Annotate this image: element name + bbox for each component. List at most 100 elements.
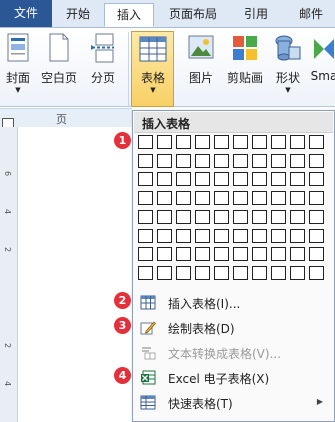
table-grid-cell[interactable] [157, 228, 172, 243]
table-grid-cell[interactable] [195, 172, 210, 187]
table-grid-cell[interactable] [233, 191, 248, 206]
table-grid-cell[interactable] [233, 209, 248, 224]
table-grid-cell[interactable] [252, 172, 267, 187]
page-break-button[interactable]: 分页 [86, 33, 120, 86]
table-grid-cell[interactable] [176, 153, 191, 168]
table-grid-cell[interactable] [309, 209, 324, 224]
table-grid-cell[interactable] [290, 191, 305, 206]
table-grid-cell[interactable] [138, 247, 153, 262]
table-grid-cell[interactable] [214, 153, 229, 168]
table-grid-cell[interactable] [271, 265, 286, 280]
smartart-button[interactable]: Sma [310, 33, 335, 83]
table-grid-cell[interactable] [195, 247, 210, 262]
tab-file[interactable]: 文件 [0, 0, 52, 27]
table-grid-cell[interactable] [290, 209, 305, 224]
table-grid-cell[interactable] [176, 228, 191, 243]
table-grid-cell[interactable] [271, 153, 286, 168]
table-grid-cell[interactable] [195, 135, 210, 149]
table-grid-cell[interactable] [290, 172, 305, 187]
table-grid-cell[interactable] [233, 228, 248, 243]
table-grid-cell[interactable] [252, 247, 267, 262]
table-grid-cell[interactable] [290, 153, 305, 168]
convert-text-to-table-menu-item[interactable]: 文本转换成表格(V)... [134, 341, 333, 364]
table-grid-cell[interactable] [252, 228, 267, 243]
table-grid-cell[interactable] [233, 247, 248, 262]
table-grid-cell[interactable] [252, 135, 267, 149]
table-grid-cell[interactable] [195, 265, 210, 280]
table-grid-cell[interactable] [233, 172, 248, 187]
table-grid-cell[interactable] [252, 265, 267, 280]
table-grid-cell[interactable] [176, 265, 191, 280]
table-grid-cell[interactable] [290, 228, 305, 243]
table-grid-cell[interactable] [233, 153, 248, 168]
tab-insert[interactable]: 插入 [104, 3, 154, 27]
table-grid-cell[interactable] [309, 135, 324, 149]
picture-button[interactable]: 图片 [186, 33, 216, 86]
table-grid-cell[interactable] [309, 191, 324, 206]
tab-home[interactable]: 开始 [54, 3, 102, 27]
table-grid-cell[interactable] [252, 153, 267, 168]
table-grid-cell[interactable] [176, 172, 191, 187]
table-grid-cell[interactable] [271, 172, 286, 187]
table-grid-cell[interactable] [214, 265, 229, 280]
table-grid-cell[interactable] [138, 209, 153, 224]
table-grid-cell[interactable] [233, 265, 248, 280]
table-grid-cell[interactable] [157, 191, 172, 206]
table-grid-cell[interactable] [271, 228, 286, 243]
cover-page-button[interactable]: 封面 ▼ [4, 33, 32, 94]
table-grid-cell[interactable] [252, 191, 267, 206]
ruler-tick: 6 [3, 170, 13, 177]
table-grid-cell[interactable] [271, 135, 286, 149]
tab-page-layout[interactable]: 页面布局 [158, 3, 228, 27]
table-grid-cell[interactable] [233, 135, 248, 149]
tab-references[interactable]: 引用 [236, 3, 276, 27]
table-grid-cell[interactable] [157, 209, 172, 224]
draw-table-menu-item[interactable]: 绘制表格(D) [134, 316, 333, 339]
table-button[interactable]: 表格 ▼ [133, 35, 173, 94]
table-grid-cell[interactable] [309, 172, 324, 187]
table-grid-cell[interactable] [195, 209, 210, 224]
table-grid-cell[interactable] [214, 191, 229, 206]
table-grid-cell[interactable] [214, 172, 229, 187]
table-grid-cell[interactable] [271, 191, 286, 206]
table-grid-cell[interactable] [138, 172, 153, 187]
table-grid-cell[interactable] [214, 135, 229, 149]
table-grid-cell[interactable] [138, 135, 153, 149]
table-grid-cell[interactable] [195, 191, 210, 206]
table-grid-cell[interactable] [157, 247, 172, 262]
tab-mailings[interactable]: 邮件 [290, 3, 332, 27]
insert-table-menu-item[interactable]: 插入表格(I)... [134, 291, 333, 314]
table-grid-cell[interactable] [176, 247, 191, 262]
table-grid-cell[interactable] [271, 209, 286, 224]
table-grid-cell[interactable] [214, 209, 229, 224]
table-grid-cell[interactable] [157, 265, 172, 280]
table-grid-cell[interactable] [138, 265, 153, 280]
table-grid-cell[interactable] [309, 153, 324, 168]
table-grid-cell[interactable] [309, 228, 324, 243]
table-grid-cell[interactable] [157, 135, 172, 149]
table-grid-cell[interactable] [138, 228, 153, 243]
table-grid-cell[interactable] [290, 265, 305, 280]
table-grid-cell[interactable] [138, 153, 153, 168]
quick-tables-menu-item[interactable]: 快速表格(T) ▶ [134, 391, 333, 414]
shapes-button[interactable]: 形状 ▼ [272, 33, 304, 94]
table-grid-cell[interactable] [309, 247, 324, 262]
excel-spreadsheet-menu-item[interactable]: Excel 电子表格(X) [134, 366, 333, 389]
table-grid-cell[interactable] [157, 172, 172, 187]
table-grid-cell[interactable] [290, 247, 305, 262]
table-grid-cell[interactable] [214, 247, 229, 262]
table-grid-cell[interactable] [195, 153, 210, 168]
table-grid-cell[interactable] [252, 209, 267, 224]
table-grid-cell[interactable] [290, 135, 305, 149]
table-grid-cell[interactable] [271, 247, 286, 262]
table-grid-cell[interactable] [176, 209, 191, 224]
clip-art-button[interactable]: 剪贴画 [224, 33, 266, 86]
table-grid-cell[interactable] [309, 265, 324, 280]
table-grid-cell[interactable] [176, 191, 191, 206]
blank-page-button[interactable]: 空白页 [38, 33, 80, 86]
table-grid-cell[interactable] [214, 228, 229, 243]
table-grid-cell[interactable] [138, 191, 153, 206]
table-grid-cell[interactable] [157, 153, 172, 168]
table-grid-cell[interactable] [176, 135, 191, 149]
table-grid-cell[interactable] [195, 228, 210, 243]
